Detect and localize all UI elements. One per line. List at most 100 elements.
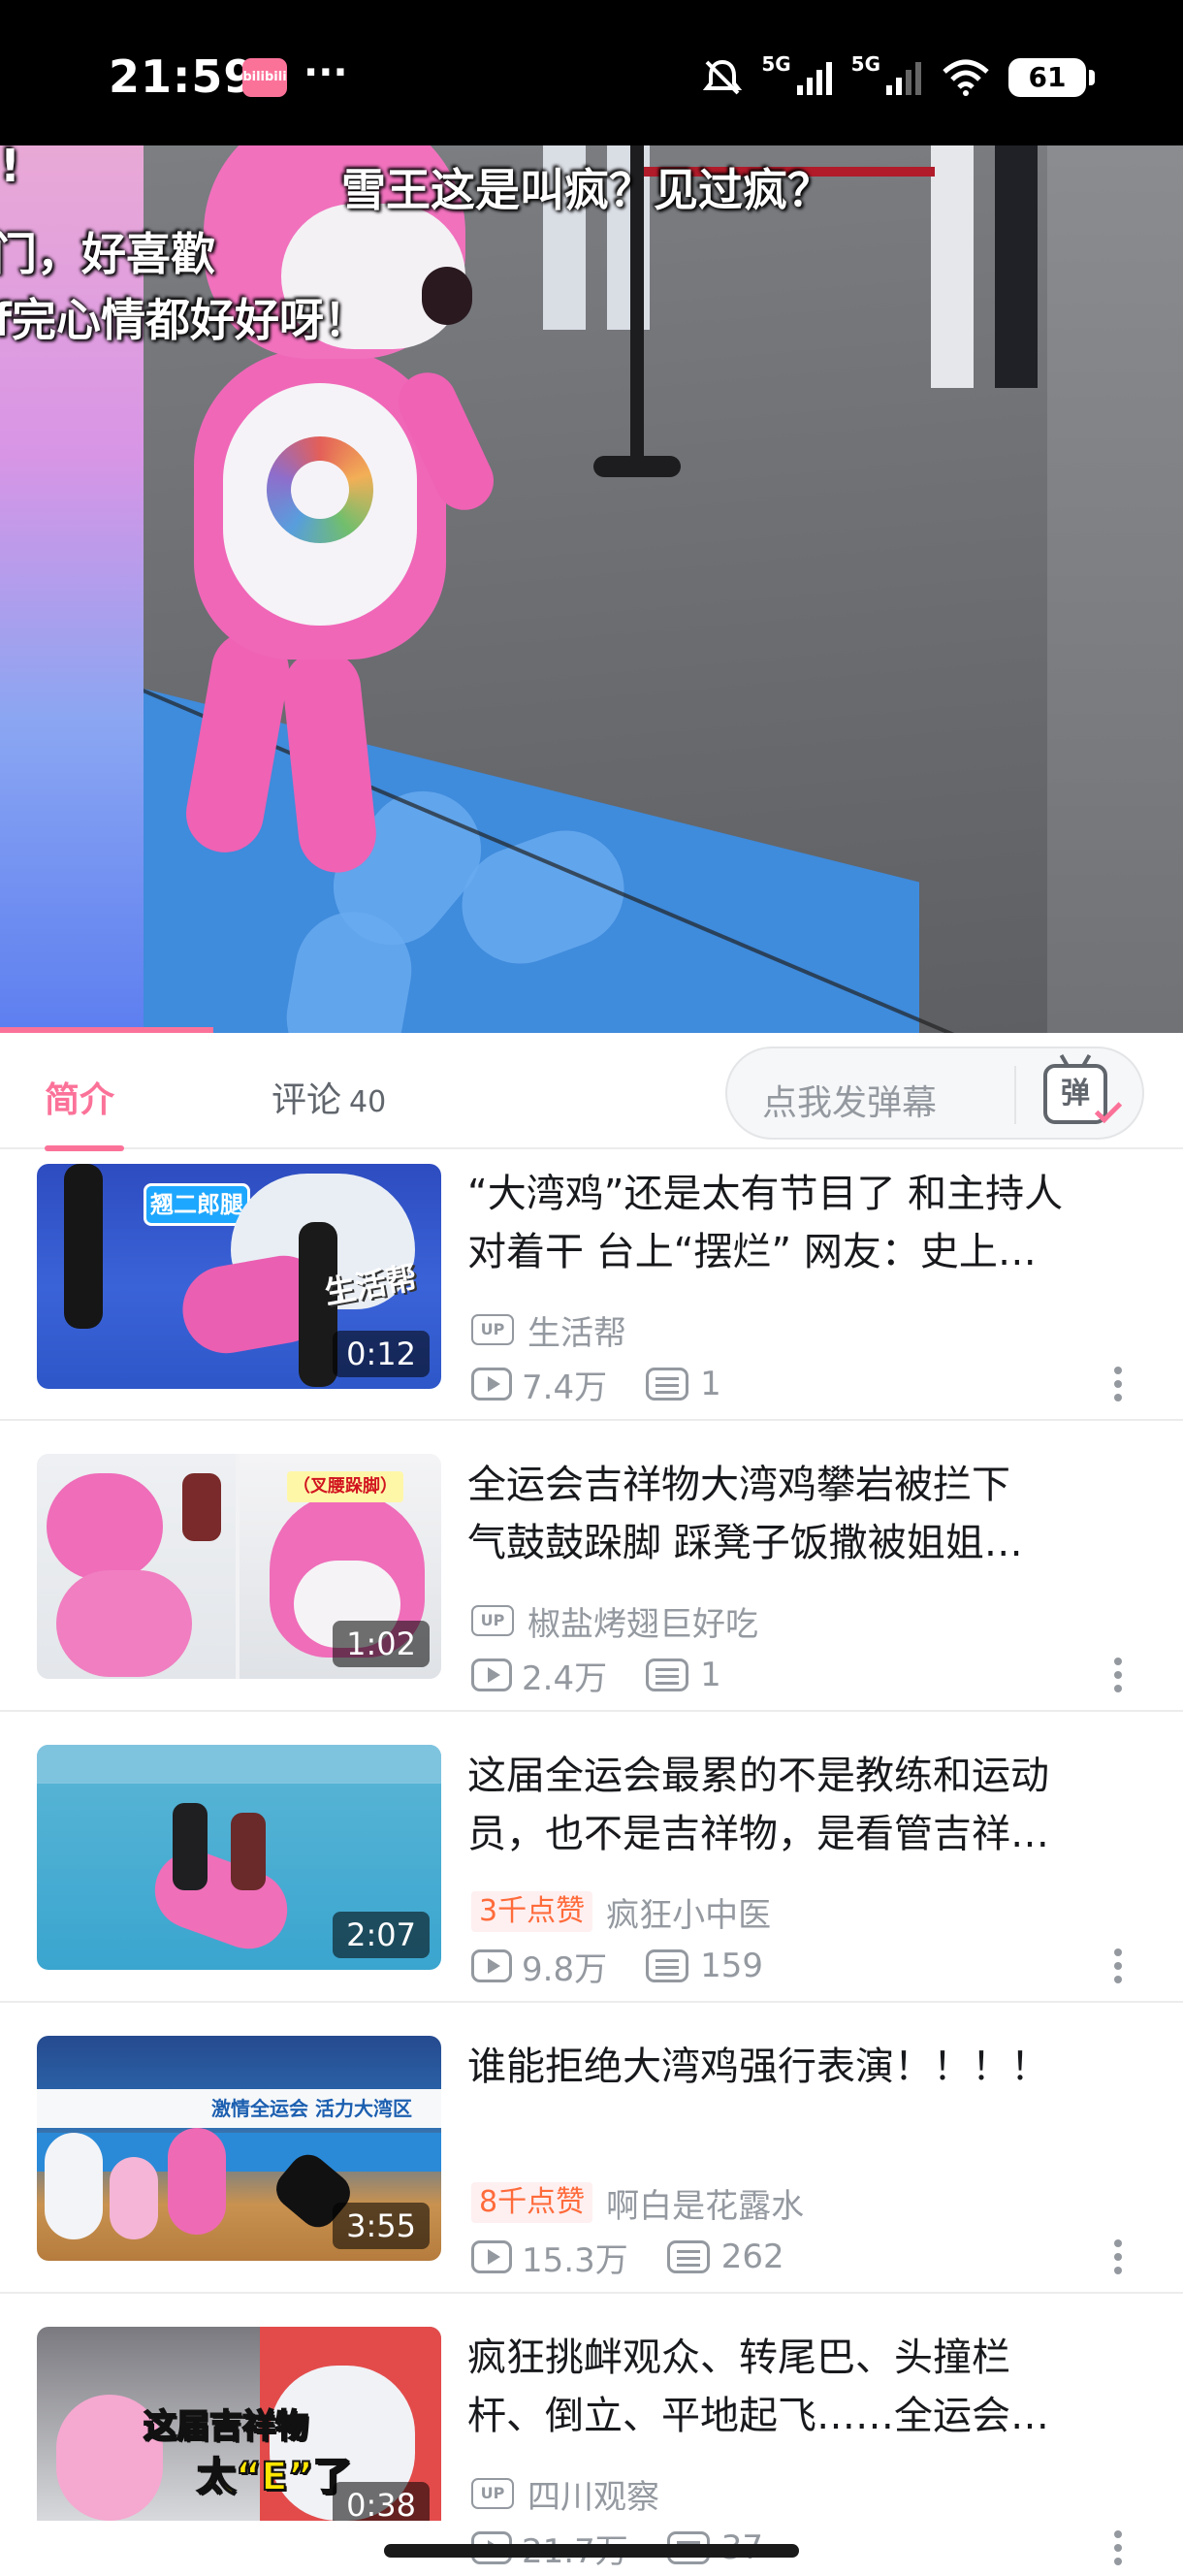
divider <box>0 2292 1183 2294</box>
video-author: 四川观察 <box>528 2477 659 2517</box>
divider <box>0 1710 1183 1712</box>
more-notifications-icon: ··· <box>304 50 348 95</box>
video-title[interactable]: 这届全运会最累的不是教练和运动 员，也不是吉祥物，是看管吉祥… <box>467 1747 1146 1863</box>
video-player[interactable]: 雪王这是叫疯？见过疯？ ! 门，好喜歡 f完心情都好好呀！ <box>0 145 1183 1033</box>
thumb-caption: 翘二郎腿 <box>144 1183 250 1226</box>
tab-comments[interactable]: 评论 40 <box>272 1072 386 1122</box>
play-count-icon <box>471 1949 512 1982</box>
more-icon[interactable] <box>1113 1654 1123 1696</box>
tab-comments-label: 评论 <box>272 1080 342 1120</box>
video-duration: 0:38 <box>333 2482 430 2521</box>
video-title[interactable]: 疯狂挑衅观众、转尾巴、头撞栏 杆、倒立、平地起飞……全运会… <box>467 2329 1146 2445</box>
danmaku-placeholder: 点我发弹幕 <box>762 1083 938 1123</box>
video-caption-side-1: ! <box>0 145 20 192</box>
home-indicator[interactable] <box>384 2544 799 2558</box>
games-logo-center <box>291 461 349 519</box>
mascot-eye <box>422 267 472 325</box>
video-thumbnail[interactable]: （叉腰跺脚） 1:02 <box>37 1454 441 1679</box>
battery-icon: 61 <box>1008 58 1095 97</box>
stanchion-base <box>593 456 681 477</box>
danmaku-count: 159 <box>700 1947 763 1985</box>
thumb-caption: 这届吉祥物 <box>143 2406 309 2447</box>
status-icons: 5G 5G 61 <box>701 52 1095 102</box>
video-title-line: 全运会吉祥物大湾鸡攀岩被拦下 <box>467 1463 1010 1507</box>
signal-icon <box>796 62 832 95</box>
thumb-mascot-pink <box>56 1570 192 1677</box>
list-item[interactable]: 2:07 这届全运会最累的不是教练和运动 员，也不是吉祥物，是看管吉祥… 3千点… <box>0 1733 1183 2024</box>
thumb-person <box>173 1803 208 1890</box>
video-title[interactable]: “大湾鸡”还是太有节目了 和主持人 对着干 台上“摆烂” 网友：史上… <box>467 1165 1146 1281</box>
view-count: 9.8万 <box>522 1949 608 1989</box>
danmaku-count-icon <box>646 1658 689 1691</box>
video-stats: 9.8万 159 <box>471 1945 763 1989</box>
like-badge: 3千点赞 <box>471 1891 593 1932</box>
thumb-person <box>182 1473 221 1541</box>
video-background-person-2 <box>931 145 1038 388</box>
video-author-row[interactable]: 8千点赞 啊白是花露水 <box>471 2181 804 2226</box>
danmaku-count: 1 <box>700 1656 721 1694</box>
mute-icon <box>703 59 743 95</box>
list-item[interactable]: 这届吉祥物 太“E”了 0:38 疯狂挑衅观众、转尾巴、头撞栏 杆、倒立、平地起… <box>0 2315 1183 2567</box>
video-title-line: 员，也不是吉祥物，是看管吉祥… <box>467 1812 1049 1856</box>
video-duration: 0:12 <box>333 1331 430 1377</box>
video-title-line: 谁能拒绝大湾鸡强行表演！！！！ <box>467 2045 1049 2089</box>
video-caption-side-2: 门，好喜歡 <box>0 228 215 280</box>
more-icon[interactable] <box>1113 1363 1123 1405</box>
video-author-row[interactable]: UP 生活帮 <box>471 1308 626 1353</box>
thumb-mascot-pink <box>47 1473 163 1580</box>
thumb-person <box>64 1164 103 1329</box>
video-duration: 2:07 <box>333 1912 430 1958</box>
video-author: 生活帮 <box>528 1313 626 1353</box>
more-icon[interactable] <box>1113 2236 1123 2278</box>
tab-comments-count: 40 <box>349 1085 387 1119</box>
video-author-row[interactable]: UP 椒盐烤翅巨好吃 <box>471 1599 758 1644</box>
video-caption-top: 雪王这是叫疯？见过疯？ <box>341 164 832 216</box>
video-thumbnail[interactable]: 这届吉祥物 太“E”了 0:38 <box>37 2327 441 2521</box>
video-stats: 7.4万 1 <box>471 1363 721 1407</box>
tab-intro[interactable]: 简介 <box>45 1072 114 1122</box>
up-badge-icon: UP <box>471 1605 514 1636</box>
video-thumbnail[interactable]: 激情全运会 活力大湾区 3:55 <box>37 2036 441 2261</box>
wifi-icon <box>943 59 989 96</box>
video-thumbnail[interactable]: 2:07 <box>37 1745 441 1970</box>
video-title-line: “大湾鸡”还是太有节目了 和主持人 <box>467 1172 1064 1216</box>
danmaku-count: 262 <box>720 2238 784 2276</box>
network-label-1: 5G <box>761 52 791 76</box>
video-stats: 2.4万 1 <box>471 1654 721 1698</box>
up-badge-icon: UP <box>471 2478 514 2509</box>
video-title[interactable]: 谁能拒绝大湾鸡强行表演！！！！ <box>467 2038 1146 2154</box>
video-author: 椒盐烤翅巨好吃 <box>528 1604 758 1644</box>
video-title[interactable]: 全运会吉祥物大湾鸡攀岩被拦下 气鼓鼓跺脚 踩凳子饭撒被姐姐… <box>467 1456 1146 1572</box>
view-count: 7.4万 <box>522 1368 608 1407</box>
video-side-blur-right <box>1047 145 1183 1033</box>
bilibili-app-icon: bilibili <box>242 58 287 97</box>
signal-icon-2 <box>886 62 921 95</box>
more-icon[interactable] <box>1113 1945 1123 1987</box>
danmaku-input[interactable]: 点我发弹幕 弹 <box>725 1046 1144 1140</box>
list-item[interactable]: 翘二郎腿 生活帮 0:12 “大湾鸡”还是太有节目了 和主持人 对着干 台上“摆… <box>0 1151 1183 1442</box>
thumb-stands <box>37 1745 441 1784</box>
danmaku-count-icon <box>646 1949 689 1982</box>
divider <box>0 2001 1183 2003</box>
video-duration: 3:55 <box>333 2203 430 2249</box>
video-author-row[interactable]: 3千点赞 疯狂小中医 <box>471 1890 771 1935</box>
tab-bar: 简介 评论 40 点我发弹幕 弹 <box>0 1033 1183 1151</box>
video-stats: 15.3万 262 <box>471 2236 784 2280</box>
thumb-caption: （叉腰跺脚） <box>287 1471 403 1502</box>
thumb-person <box>231 1813 266 1890</box>
video-author-row[interactable]: UP 四川观察 <box>471 2472 659 2517</box>
view-count: 2.4万 <box>522 1658 608 1698</box>
play-count-icon <box>471 1368 512 1401</box>
danmaku-count-icon <box>646 1368 689 1401</box>
video-thumbnail[interactable]: 翘二郎腿 生活帮 0:12 <box>37 1164 441 1389</box>
thumb-banner: 激情全运会 活力大湾区 <box>37 2089 441 2128</box>
thumb-mascot-white <box>45 2133 103 2239</box>
video-title-line: 对着干 台上“摆烂” 网友：史上… <box>467 1230 1037 1274</box>
list-item[interactable]: （叉腰跺脚） 1:02 全运会吉祥物大湾鸡攀岩被拦下 气鼓鼓跺脚 踩凳子饭撒被姐… <box>0 1442 1183 1733</box>
video-title-line: 杆、倒立、平地起飞……全运会… <box>467 2394 1049 2438</box>
play-count-icon <box>471 1658 512 1691</box>
thumb-mascot-pink <box>168 2128 226 2235</box>
list-item[interactable]: 激情全运会 活力大湾区 3:55 谁能拒绝大湾鸡强行表演！！！！ 8千点赞 啊白… <box>0 2024 1183 2315</box>
more-icon[interactable] <box>1113 2527 1123 2567</box>
view-count: 15.3万 <box>522 2240 628 2280</box>
